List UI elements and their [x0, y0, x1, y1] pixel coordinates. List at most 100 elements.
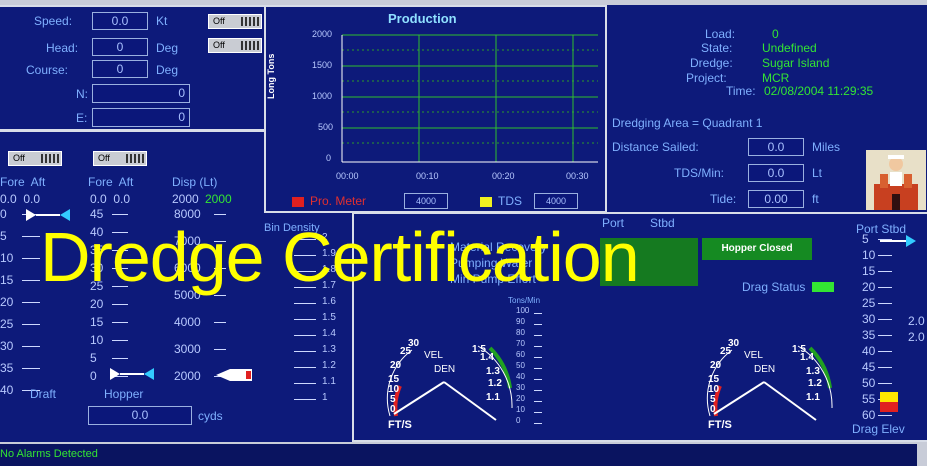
head-toggle-label: Off: [213, 40, 225, 50]
e-value: 0: [92, 108, 190, 127]
toggle-knob: [241, 17, 259, 26]
tick-mark: [22, 236, 40, 237]
den-label: DEN: [434, 364, 455, 375]
tds-min-label: TDS/Min:: [674, 166, 725, 180]
tick-mark: [112, 358, 128, 359]
meter-value[interactable]: 4000: [404, 193, 448, 209]
den-tick: 1.2: [488, 378, 502, 389]
draft-fore-aft: Fore Aft: [0, 175, 46, 189]
speed-toggle[interactable]: Off: [208, 14, 262, 29]
draft-tick: 15: [0, 273, 14, 287]
tds-value[interactable]: 4000: [534, 193, 578, 209]
tick-mark: [534, 335, 542, 336]
load-label: Load:: [705, 27, 736, 41]
tick-mark: [534, 390, 542, 391]
tick-mark: [878, 351, 892, 352]
tick-mark: [294, 367, 316, 368]
hopper-toggle-label: Off: [98, 153, 110, 163]
draft-panel: [0, 131, 266, 132]
project-value: MCR: [762, 71, 790, 85]
hopper-tick: 15: [90, 315, 104, 329]
den-tick: 1.3: [806, 366, 820, 377]
status-text: No Alarms Detected: [0, 448, 98, 460]
distance-label: Distance Sailed:: [612, 140, 699, 154]
den-tick: 1.4: [480, 352, 494, 363]
fts-label: FT/S: [388, 419, 412, 431]
cyds-unit: cyds: [198, 409, 223, 423]
tick-mark: [878, 415, 892, 416]
tick-mark: [534, 379, 542, 380]
vel-tick: 25: [720, 346, 732, 357]
tick-mark: [534, 423, 542, 424]
drag-elev-tick: 10: [862, 248, 876, 262]
vel-tick: 0: [710, 404, 716, 415]
ytick: 0: [326, 153, 332, 163]
dredge-value: Sugar Island: [762, 56, 830, 70]
disp-tick: 2000: [174, 369, 201, 383]
scrollbar[interactable]: [917, 444, 927, 466]
n-value: 0: [92, 84, 190, 103]
drag-elev-tick: 25: [862, 296, 876, 310]
tick-mark: [294, 319, 316, 320]
hopper-tick: 5: [90, 351, 97, 365]
project-label: Project:: [686, 71, 727, 85]
course-label: Course:: [26, 63, 69, 77]
tide-value: 0.00: [748, 190, 804, 208]
n-label: N:: [76, 87, 88, 101]
bin-tick: 1.6: [322, 296, 336, 307]
tick-mark: [294, 335, 316, 336]
draft-tick: 35: [0, 361, 14, 375]
tick-mark: [534, 357, 542, 358]
speed-value: 0.0: [92, 12, 148, 30]
tick-mark: [112, 214, 128, 215]
draft-label: Draft: [30, 387, 57, 401]
tons-tick: 100: [516, 306, 530, 315]
bin-tick: 1.5: [322, 312, 336, 323]
disp-label: Disp (Lt): [172, 175, 218, 189]
navigation-panel: Speed: 0.0 Kt Off Head: 0 Deg Off Course…: [0, 5, 266, 131]
course-value: 0: [92, 60, 148, 78]
head-label: Head:: [46, 41, 79, 55]
hopper-closed-indicator[interactable]: Hopper Closed: [702, 238, 812, 260]
xtick: 00:00: [336, 171, 359, 181]
e-label: E:: [76, 111, 88, 125]
vel-label: VEL: [424, 350, 443, 361]
tick-mark: [878, 335, 892, 336]
speed-toggle-label: Off: [213, 16, 225, 26]
bin-tick: 1.2: [322, 360, 336, 371]
tick-mark: [534, 313, 542, 314]
tick-mark: [294, 351, 316, 352]
disp-value-a: 2000: [172, 192, 199, 206]
den-label: DEN: [754, 364, 775, 375]
drag-elev-tick: 40: [862, 344, 876, 358]
tick-mark: [294, 303, 316, 304]
head-toggle[interactable]: Off: [208, 38, 262, 53]
tick-mark: [878, 303, 892, 304]
den-tick: 1.1: [486, 392, 500, 403]
den-tick: 1.4: [800, 352, 814, 363]
draft-tick: 25: [0, 317, 14, 331]
hopper-toggle[interactable]: Off: [93, 151, 147, 166]
draft-values: 0.0 0.0: [0, 192, 41, 206]
toggle-knob: [41, 154, 59, 163]
tick-mark: [878, 271, 892, 272]
drag-elev-yellow-marker: [880, 392, 898, 402]
drag-elev-tick: 35: [862, 328, 876, 342]
drag-elev-tick: 55: [862, 392, 876, 406]
tick-mark: [534, 401, 542, 402]
vel-label: VEL: [744, 350, 763, 361]
speed-unit: Kt: [156, 14, 168, 28]
drag-elev-tick: 15: [862, 264, 876, 278]
time-label: Time:: [726, 84, 756, 98]
drag-status-bar: [812, 282, 834, 292]
head-value: 0: [92, 38, 148, 56]
ytick: 1000: [312, 91, 333, 101]
bin-tick: 1.4: [322, 328, 336, 339]
hopper-fore-aft: Fore Aft: [88, 175, 134, 189]
tick-mark: [22, 258, 40, 259]
drag-status-label: Drag Status: [742, 280, 806, 294]
state-value: Undefined: [762, 41, 817, 55]
draft-toggle[interactable]: Off: [8, 151, 62, 166]
stbd-label: Stbd: [650, 216, 675, 230]
hopper-indicator-icon: [110, 368, 154, 380]
